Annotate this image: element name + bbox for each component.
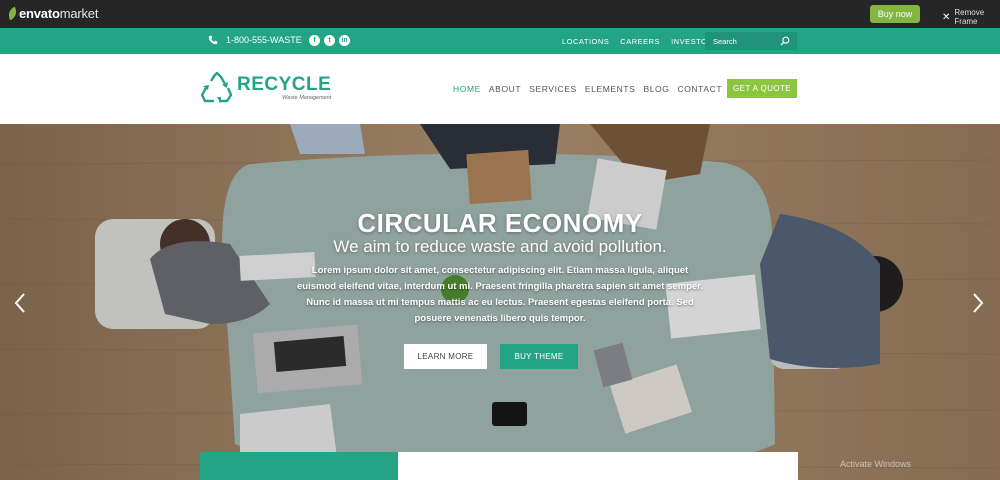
phone-icon	[208, 35, 218, 45]
hero-subtitle: We aim to reduce waste and avoid polluti…	[333, 237, 667, 256]
site-header: RECYCLE Waste Management HOME ABOUT SERV…	[0, 54, 1000, 124]
top-link-careers[interactable]: CAREERS	[620, 37, 660, 46]
twitter-icon[interactable]: t	[324, 35, 335, 46]
envato-logo-text: envato	[19, 6, 60, 21]
nav-elements[interactable]: ELEMENTS	[585, 84, 636, 94]
envato-leaf-icon	[6, 6, 19, 21]
close-icon: ✕	[942, 11, 951, 23]
search-icon[interactable]	[780, 36, 790, 46]
remove-frame-label: Remove Frame	[954, 8, 985, 26]
top-link-locations[interactable]: LOCATIONS	[562, 37, 609, 46]
chevron-left-icon[interactable]	[13, 292, 27, 314]
search-box	[705, 32, 797, 50]
get-a-quote-button[interactable]: GET A QUOTE	[727, 79, 797, 98]
envato-market-logo[interactable]: envato market	[6, 6, 99, 21]
feature-panel	[398, 452, 798, 480]
main-nav: HOME ABOUT SERVICES ELEMENTS BLOG CONTAC…	[453, 84, 722, 94]
phone-contact[interactable]: 1-800-555-WASTE	[208, 35, 302, 45]
social-links: f t in	[309, 35, 350, 46]
buy-now-button[interactable]: Buy now	[870, 5, 920, 23]
learn-more-button[interactable]: LEARN MORE	[404, 344, 487, 369]
phone-number: 1-800-555-WASTE	[226, 35, 302, 45]
hero-body-text: Lorem ipsum dolor sit amet, consectetur …	[297, 265, 703, 324]
logo-tagline: Waste Management	[282, 94, 332, 101]
recycle-icon	[200, 71, 233, 103]
hero-slider: CIRCULAR ECONOMY We aim to reduce waste …	[0, 124, 1000, 480]
nav-blog[interactable]: BLOG	[643, 84, 669, 94]
nav-contact[interactable]: CONTACT	[677, 84, 722, 94]
facebook-icon[interactable]: f	[309, 35, 320, 46]
envato-preview-bar: envato market Buy now ✕ Remove Frame	[0, 0, 1000, 28]
nav-about[interactable]: ABOUT	[489, 84, 521, 94]
activate-windows-watermark: Activate Windows	[840, 459, 912, 469]
remove-frame-button[interactable]: ✕ Remove Frame	[942, 8, 1000, 26]
logo-name: RECYCLE	[237, 73, 332, 95]
top-links: LOCATIONS CAREERS INVESTORS	[562, 37, 719, 46]
nav-services[interactable]: SERVICES	[529, 84, 577, 94]
site-logo[interactable]: RECYCLE Waste Management	[200, 71, 331, 105]
buy-theme-button[interactable]: BUY THEME	[500, 344, 578, 369]
feature-tab-active[interactable]	[200, 452, 398, 480]
chevron-right-icon[interactable]	[971, 292, 985, 314]
hero-title: CIRCULAR ECONOMY	[357, 208, 643, 238]
search-input[interactable]	[713, 35, 777, 47]
envato-logo-suffix: market	[59, 6, 99, 21]
linkedin-icon[interactable]: in	[339, 35, 350, 46]
nav-home[interactable]: HOME	[453, 84, 481, 94]
top-contact-bar: 1-800-555-WASTE f t in LOCATIONS CAREERS…	[0, 28, 1000, 54]
